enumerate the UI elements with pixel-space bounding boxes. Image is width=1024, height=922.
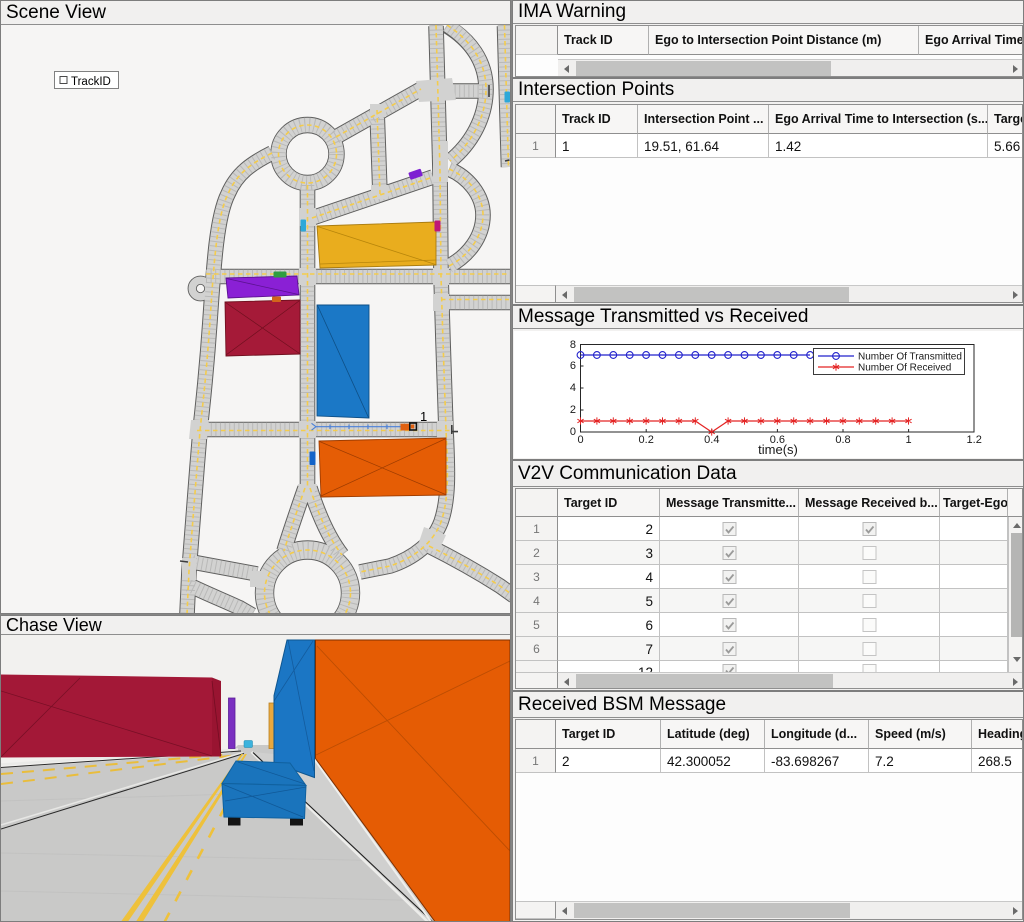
svg-text:6: 6 [570,360,576,372]
svg-text:time(s): time(s) [758,442,798,457]
svg-text:TrackID: TrackID [71,76,111,88]
svg-text:2: 2 [570,404,576,416]
svg-text:1: 1 [906,434,912,446]
svg-text:0.4: 0.4 [704,434,719,446]
svg-text:0: 0 [577,434,583,446]
svg-text:Number Of Transmitted: Number Of Transmitted [858,352,962,363]
svg-text:1: 1 [420,409,427,424]
svg-text:0: 0 [570,426,576,438]
svg-text:8: 8 [570,339,576,351]
svg-text:0.2: 0.2 [639,434,654,446]
svg-text:Number Of Received: Number Of Received [858,363,951,374]
svg-text:4: 4 [570,382,576,394]
svg-text:0.8: 0.8 [835,434,850,446]
svg-text:1.2: 1.2 [967,434,982,446]
